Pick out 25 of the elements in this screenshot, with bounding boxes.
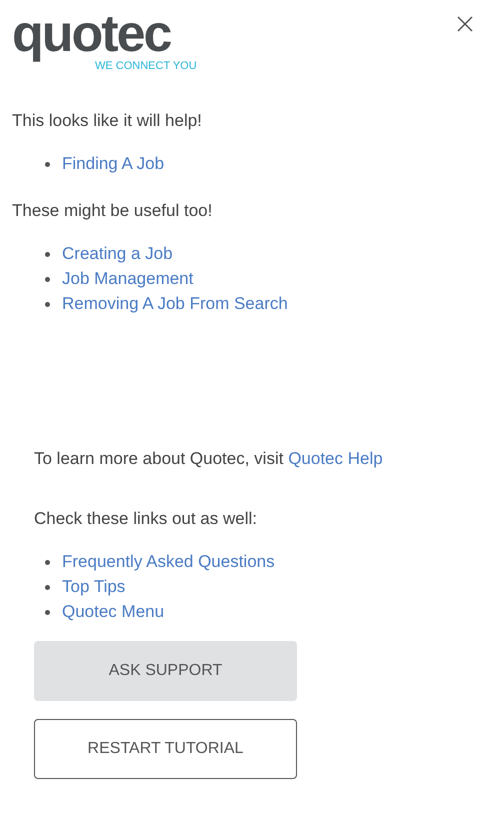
section-heading: This looks like it will help!: [12, 110, 203, 132]
help-link[interactable]: Job Management: [62, 268, 194, 290]
help-link[interactable]: Top Tips: [62, 576, 126, 598]
support-button[interactable]: ASK SUPPORT: [34, 641, 297, 701]
logo-wordmark: quotec: [12, 8, 170, 60]
section-heading: Check these links out as well:: [34, 508, 258, 530]
bullet-icon: [45, 302, 50, 306]
bullet-icon: [45, 584, 50, 590]
logo-tagline: WE CONNECT YOU: [95, 60, 197, 72]
close-button[interactable]: [455, 14, 475, 34]
help-link[interactable]: Quotec Help: [288, 449, 383, 468]
bullet-icon: [45, 252, 50, 256]
help-link[interactable]: Frequently Asked Questions: [62, 551, 275, 573]
help-link[interactable]: Removing A Job From Search: [62, 293, 288, 315]
tutorial-button[interactable]: RESTART TUTORIAL: [34, 719, 297, 779]
bullet-icon: [45, 162, 50, 166]
close-icon: [457, 16, 473, 32]
bullet-icon: [45, 276, 50, 282]
bullet-icon: [45, 560, 50, 564]
bullet-icon: [45, 610, 50, 614]
help-sentence: To learn more about Quotec, visit Quotec Help: [34, 448, 384, 470]
help-link[interactable]: Quotec Menu: [62, 601, 164, 623]
help-link[interactable]: Finding A Job: [62, 153, 164, 175]
help-link[interactable]: Creating a Job: [62, 243, 173, 265]
section-heading: These might be useful too!: [12, 200, 214, 222]
